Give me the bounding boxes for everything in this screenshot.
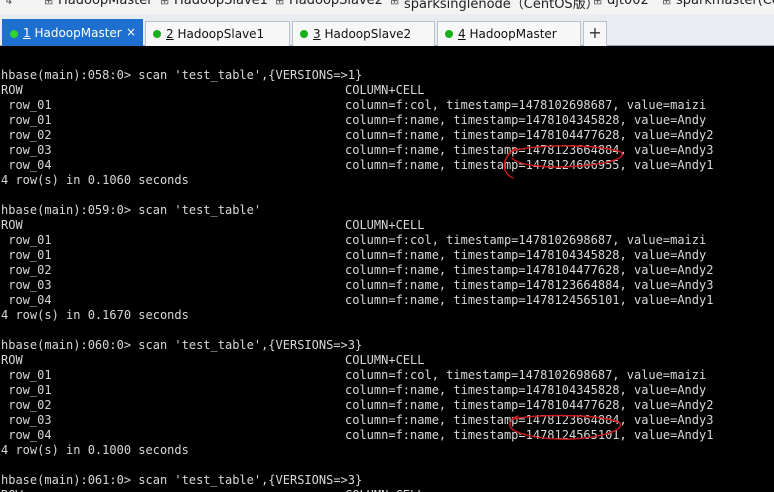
bookmark-item[interactable]: sparkmaster(Cen <box>676 0 774 8</box>
bookmark-item[interactable]: HadoopSlave1 <box>174 0 268 8</box>
red-ellipse-annotation <box>503 145 623 179</box>
tab-label: HadoopSlave1 <box>177 27 265 41</box>
tab-hadoopslave2[interactable]: 3 HadoopSlave2 <box>292 21 435 46</box>
connected-status-icon <box>10 30 18 38</box>
session-tab-bar: 1 HadoopMaster × 2 HadoopSlave1 3 Hadoop… <box>0 14 774 46</box>
tab-hadoopmaster-4[interactable]: 4 HadoopMaster <box>437 21 581 46</box>
bookmark-pin-icon: ⊞ <box>275 0 285 7</box>
connected-status-icon <box>153 30 161 38</box>
tab-number: 3 <box>313 27 321 41</box>
annotation-overlay <box>503 145 623 440</box>
add-tab-button[interactable]: + <box>583 21 607 46</box>
red-ellipse-annotation <box>509 414 622 440</box>
bookmark-item[interactable]: HadoopSlave2 <box>289 0 383 8</box>
tab-label: HadoopSlave2 <box>324 27 412 41</box>
connected-status-icon <box>445 30 453 38</box>
terminal-output[interactable]: hbase(main):058:0> scan 'test_table',{VE… <box>0 46 774 492</box>
bookmark-item[interactable]: djt002 <box>607 0 649 8</box>
tab-label: HadoopMaster <box>469 27 557 41</box>
tab-number: 4 <box>458 27 466 41</box>
bookmark-bar: ↳ ⊞ HadoopMaster ⊞ HadoopSlave1 ⊞ Hadoop… <box>0 0 774 14</box>
tab-number: 1 <box>23 26 31 40</box>
bookmark-pin-icon: ⊞ <box>593 0 603 7</box>
tab-hadoopmaster-1[interactable]: 1 HadoopMaster × <box>2 19 143 46</box>
bookmark-arrow-icon: ↳ <box>4 0 14 7</box>
connected-status-icon <box>300 30 308 38</box>
bookmark-item[interactable]: sparksinglenode（CentOS版） <box>404 0 599 12</box>
tab-number: 2 <box>166 27 174 41</box>
bookmark-pin-icon: ⊞ <box>160 0 170 7</box>
bookmark-pin-icon: ⊞ <box>390 0 400 7</box>
tab-label: HadoopMaster <box>34 26 122 40</box>
bookmark-pin-icon: ⊞ <box>662 0 672 7</box>
close-tab-icon[interactable]: × <box>126 25 136 39</box>
bookmark-item[interactable]: HadoopMaster <box>58 0 153 8</box>
bookmark-pin-icon: ⊞ <box>44 0 54 7</box>
tab-hadoopslave1[interactable]: 2 HadoopSlave1 <box>145 21 290 46</box>
